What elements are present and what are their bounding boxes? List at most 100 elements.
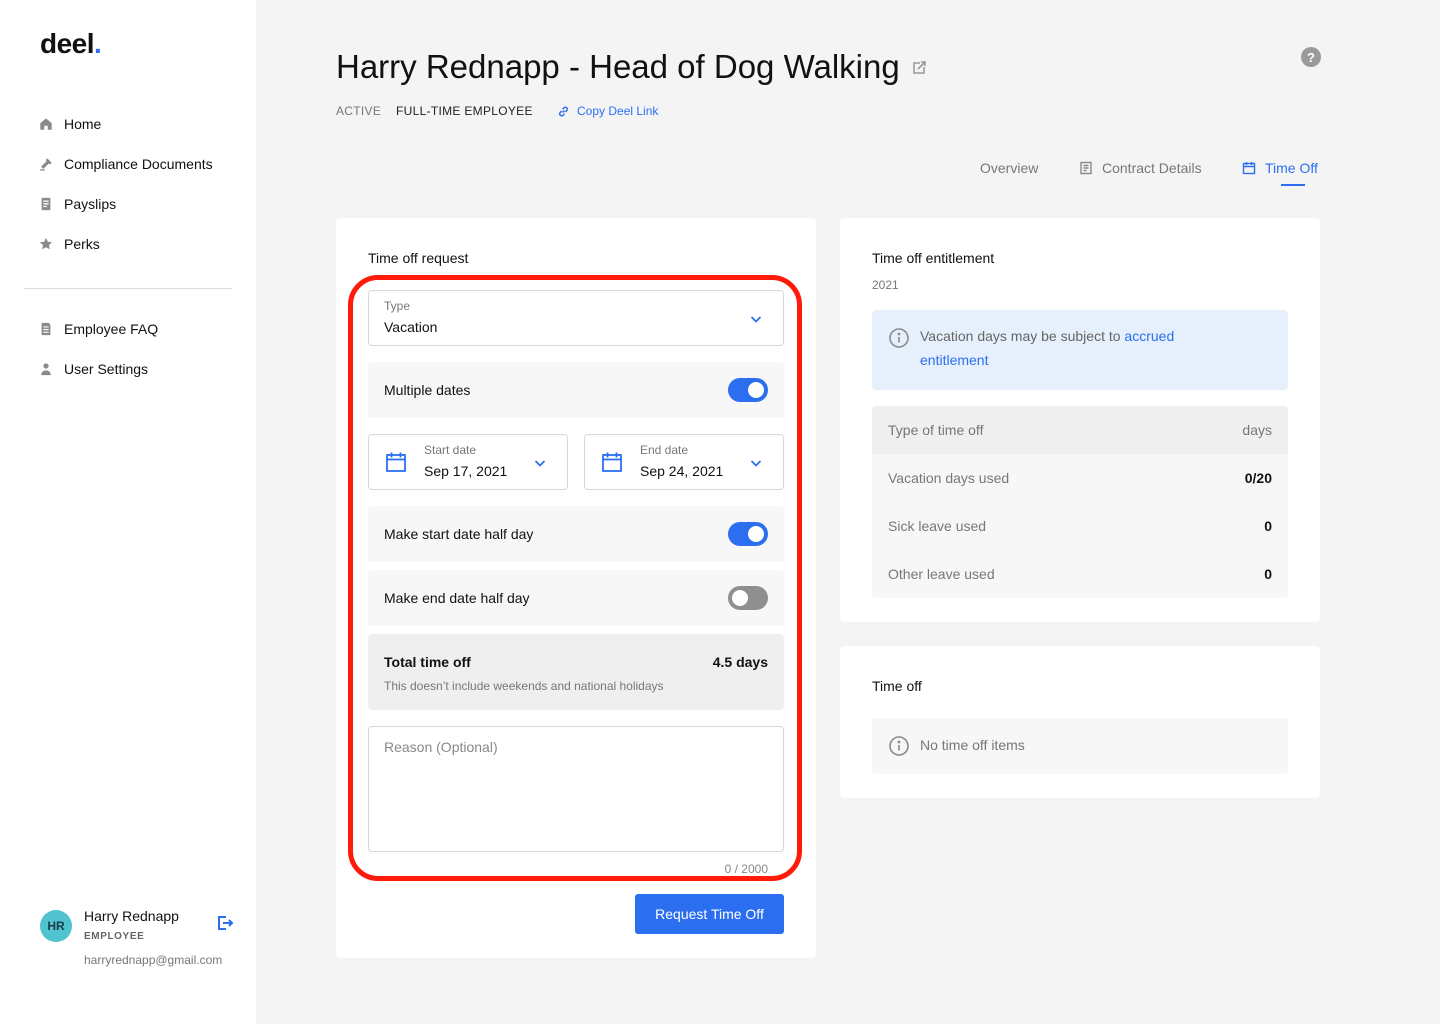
start-half-day-toggle[interactable] [728,522,768,546]
total-note: This doesn’t include weekends and nation… [384,679,664,693]
sidebar-item-home[interactable]: Home [24,104,232,144]
empty-state-text: No time off items [920,737,1025,753]
tab-label: Contract Details [1102,160,1202,176]
info-icon [888,735,910,757]
faq-icon [38,321,54,337]
external-link-icon[interactable] [911,60,927,76]
end-half-day-row: Make end date half day [368,570,784,626]
user-email: harryrednapp@gmail.com [84,953,223,967]
sidebar-item-label: User Settings [64,361,149,377]
sidebar-item-employee-faq[interactable]: Employee FAQ [24,309,232,349]
column-header-days: days [1242,422,1272,438]
employment-type: FULL-TIME EMPLOYEE [396,104,533,118]
user-name: Harry Rednapp [84,908,179,924]
end-date-value: Sep 24, 2021 [640,463,724,479]
chevron-down-icon [749,456,763,470]
user-role: EMPLOYEE [84,931,145,942]
sidebar-divider [24,288,232,289]
end-half-day-label: Make end date half day [384,590,530,606]
multiple-dates-label: Multiple dates [384,382,471,398]
type-select[interactable]: Type Vacation [368,290,784,346]
table-row: Sick leave used 0 [872,502,1288,550]
sidebar-nav-secondary: Employee FAQ User Settings [24,309,232,389]
card-title: Time off request [368,250,469,266]
multiple-dates-row: Multiple dates [368,362,784,418]
info-text: Vacation days may be subject to accrued … [920,328,1175,368]
status-badge: ACTIVE [336,104,382,118]
time-off-request-card: Time off request Type Vacation Multiple … [336,218,816,958]
total-time-off: Total time off 4.5 days This doesn’t inc… [368,634,784,710]
sidebar-item-label: Employee FAQ [64,321,159,337]
help-icon[interactable]: ? [1301,47,1321,67]
calendar-icon [601,451,623,473]
character-counter: 0 / 2000 [724,862,768,876]
table-row: Vacation days used 0/20 [872,454,1288,502]
start-half-day-label: Make start date half day [384,526,534,542]
link-icon [557,105,577,118]
row-value: 0/20 [1244,470,1272,486]
copy-deel-link[interactable]: Copy Deel Link [557,104,658,118]
start-date-value: Sep 17, 2021 [424,463,508,479]
multiple-dates-toggle[interactable] [728,378,768,402]
info-banner: Vacation days may be subject to accrued … [872,310,1288,390]
end-half-day-toggle[interactable] [728,586,768,610]
calendar-icon [1242,161,1265,175]
row-label: Vacation days used [888,470,1010,486]
tab-time-off[interactable]: Time Off [1242,160,1318,176]
sidebar-item-label: Payslips [64,196,117,212]
row-label: Sick leave used [888,518,987,534]
request-time-off-button[interactable]: Request Time Off [635,894,784,934]
sidebar-item-compliance-documents[interactable]: Compliance Documents [24,144,232,184]
calendar-icon [385,451,407,473]
avatar[interactable]: HR [40,910,72,942]
sidebar-item-label: Home [64,116,102,132]
star-icon [38,236,54,252]
row-value: 0 [1264,566,1272,582]
start-date-picker[interactable]: Start date Sep 17, 2021 [368,434,568,490]
sidebar-item-payslips[interactable]: Payslips [24,184,232,224]
time-off-entitlement-card: Time off entitlement 2021 Vacation days … [840,218,1320,622]
info-icon [888,327,910,349]
page-title: Harry Rednapp - Head of Dog Walking [336,48,900,85]
end-date-label: End date [640,443,689,457]
entitlement-table: Type of time off days Vacation days used… [872,406,1288,598]
deel-logo[interactable]: deel. [40,28,102,60]
type-value: Vacation [384,319,438,335]
active-tab-indicator [1281,184,1305,186]
copy-link-label: Copy Deel Link [577,104,659,118]
end-date-picker[interactable]: End date Sep 24, 2021 [584,434,784,490]
sidebar-item-user-settings[interactable]: User Settings [24,349,232,389]
home-icon [38,116,54,132]
time-off-card: Time off No time off items [840,646,1320,798]
type-label: Type [384,299,411,313]
chevron-down-icon [749,312,763,326]
gavel-icon [38,156,54,172]
tab-label: Time Off [1265,160,1318,176]
user-icon [38,361,54,377]
sidebar-item-perks[interactable]: Perks [24,224,232,264]
empty-state: No time off items [872,718,1288,774]
tab-contract-details[interactable]: Contract Details [1079,160,1202,176]
total-value: 4.5 days [712,654,768,670]
column-header-type: Type of time off [888,422,984,438]
row-label: Other leave used [888,566,995,582]
logout-icon[interactable] [216,914,234,932]
card-title: Time off [872,678,922,694]
total-label: Total time off [384,654,471,670]
contract-icon [1079,161,1102,175]
entitlement-year: 2021 [872,278,899,292]
card-title: Time off entitlement [872,250,995,266]
chevron-down-icon [533,456,547,470]
start-half-day-row: Make start date half day [368,506,784,562]
tab-label: Overview [980,160,1039,176]
reason-textarea[interactable] [368,726,784,852]
sidebar-item-label: Compliance Documents [64,156,213,172]
table-row: Other leave used 0 [872,550,1288,598]
document-icon [38,196,54,212]
table-header: Type of time off days [872,406,1288,454]
sidebar: deel. Home Compliance Documents Payslips… [0,0,256,1024]
sidebar-nav-primary: Home Compliance Documents Payslips Perks [24,104,232,264]
sidebar-item-label: Perks [64,236,100,252]
start-date-label: Start date [424,443,477,457]
tab-overview[interactable]: Overview [980,160,1038,176]
